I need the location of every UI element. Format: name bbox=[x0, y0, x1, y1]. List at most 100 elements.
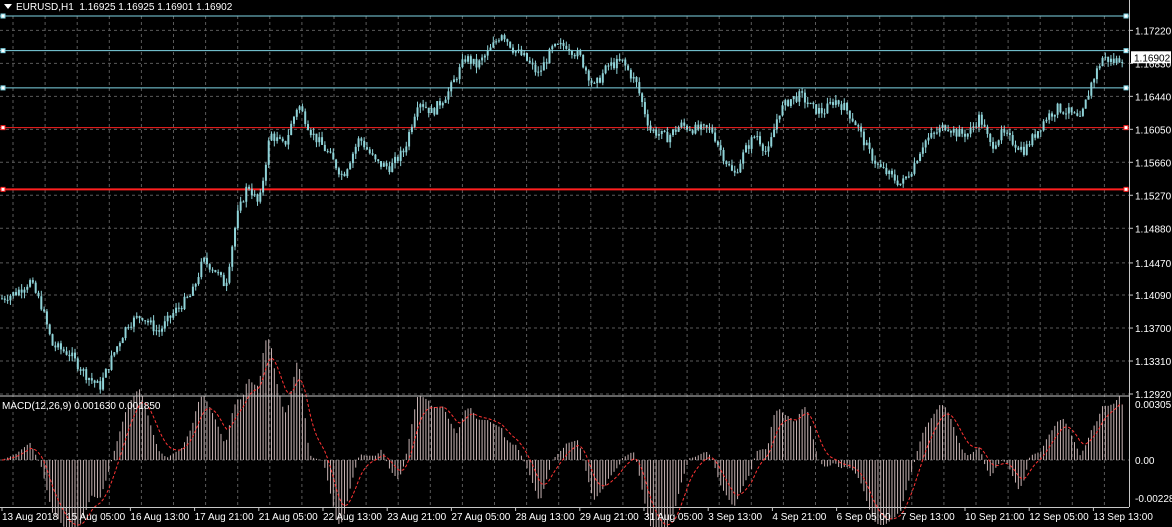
candle-body bbox=[848, 110, 851, 119]
collapse-triangle-icon[interactable] bbox=[4, 4, 12, 10]
candle bbox=[787, 98, 790, 107]
candle-body bbox=[677, 127, 680, 132]
candle-body bbox=[351, 153, 354, 164]
candle-body bbox=[997, 140, 1000, 146]
candle-body bbox=[239, 201, 242, 211]
level-line[interactable] bbox=[0, 186, 1129, 192]
candle-body bbox=[208, 264, 211, 270]
macd-bar bbox=[554, 457, 556, 460]
candle-body bbox=[146, 320, 149, 323]
level-line[interactable] bbox=[0, 85, 1129, 91]
macd-bar bbox=[315, 458, 317, 460]
macd-bar bbox=[195, 411, 197, 460]
candle bbox=[489, 44, 492, 51]
macd-bar bbox=[377, 453, 379, 460]
candle bbox=[520, 45, 523, 57]
candle bbox=[691, 129, 694, 136]
macd-bar bbox=[1068, 429, 1070, 460]
candle-body bbox=[719, 145, 722, 150]
candle bbox=[146, 318, 149, 326]
macd-bar bbox=[276, 384, 278, 460]
candle-body bbox=[1, 298, 3, 300]
candle-body bbox=[191, 286, 194, 296]
candle-body bbox=[663, 130, 666, 132]
candle bbox=[363, 137, 366, 150]
macd-bar bbox=[840, 460, 842, 469]
macd-bar bbox=[953, 427, 955, 460]
candle-body bbox=[823, 113, 826, 115]
candle-body bbox=[700, 124, 703, 130]
candle bbox=[910, 171, 913, 178]
candle bbox=[865, 139, 868, 146]
macd-bar bbox=[989, 460, 991, 477]
candle-body bbox=[62, 349, 65, 352]
candle bbox=[526, 52, 529, 62]
candle-body bbox=[829, 102, 832, 104]
candle bbox=[495, 38, 498, 45]
candle-body bbox=[874, 160, 877, 164]
candle bbox=[315, 133, 318, 148]
level-handle-right bbox=[1123, 48, 1129, 54]
candle-body bbox=[733, 170, 736, 173]
macd-bar bbox=[46, 460, 48, 491]
candle bbox=[506, 38, 509, 46]
macd-bar bbox=[178, 450, 180, 460]
candle bbox=[17, 286, 20, 297]
macd-bar bbox=[91, 460, 93, 496]
candle-body bbox=[1098, 66, 1101, 69]
candle bbox=[517, 43, 520, 54]
candle-body bbox=[803, 92, 806, 103]
macd-bar bbox=[731, 460, 733, 505]
candle bbox=[882, 162, 885, 169]
candle bbox=[158, 324, 161, 337]
level-line[interactable] bbox=[0, 48, 1129, 54]
candle-body bbox=[986, 126, 989, 134]
macd-bar bbox=[911, 460, 913, 472]
candle-body bbox=[545, 62, 548, 64]
candle-body bbox=[618, 58, 621, 61]
candle-body bbox=[59, 343, 62, 350]
candle-body bbox=[730, 165, 733, 171]
candle-body bbox=[166, 315, 169, 322]
candle bbox=[764, 146, 767, 155]
time-tick-label: 21 Aug 05:00 bbox=[259, 512, 318, 523]
macd-bar bbox=[978, 447, 980, 460]
candle-body bbox=[643, 102, 646, 115]
macd-bar bbox=[711, 458, 713, 460]
candle bbox=[318, 132, 321, 147]
macd-bar bbox=[981, 454, 983, 460]
candle-body bbox=[905, 176, 908, 179]
candle bbox=[1, 295, 3, 300]
candle-body bbox=[916, 161, 919, 164]
macd-bar bbox=[57, 460, 59, 520]
candle-body bbox=[773, 129, 776, 138]
candle-body bbox=[1022, 146, 1025, 155]
macd-bar bbox=[431, 405, 433, 460]
candle bbox=[37, 290, 40, 299]
macd-bar bbox=[1107, 405, 1109, 460]
candle bbox=[669, 133, 672, 148]
candle bbox=[610, 57, 613, 70]
horizontal-levels[interactable] bbox=[0, 13, 1129, 192]
chart-canvas[interactable]: 1.172201.168301.164401.160501.156601.152… bbox=[0, 0, 1172, 527]
macd-bar bbox=[961, 449, 963, 460]
candle-body bbox=[1115, 58, 1118, 64]
macd-bar bbox=[548, 460, 550, 470]
candle bbox=[441, 101, 444, 109]
candle-body bbox=[264, 164, 267, 181]
candle bbox=[576, 47, 579, 60]
candle-body bbox=[99, 381, 102, 390]
candle-body bbox=[846, 102, 849, 111]
candle bbox=[234, 226, 237, 251]
candle-body bbox=[197, 277, 200, 284]
macd-bar bbox=[686, 460, 688, 466]
level-line[interactable] bbox=[0, 13, 1129, 19]
macd-bar bbox=[240, 399, 242, 460]
candle bbox=[3, 295, 6, 303]
candle-body bbox=[29, 280, 32, 287]
candle-body bbox=[15, 292, 18, 296]
macd-bar bbox=[110, 460, 112, 462]
candle-body bbox=[340, 173, 343, 175]
candle bbox=[73, 348, 76, 362]
candle-body bbox=[354, 146, 357, 154]
